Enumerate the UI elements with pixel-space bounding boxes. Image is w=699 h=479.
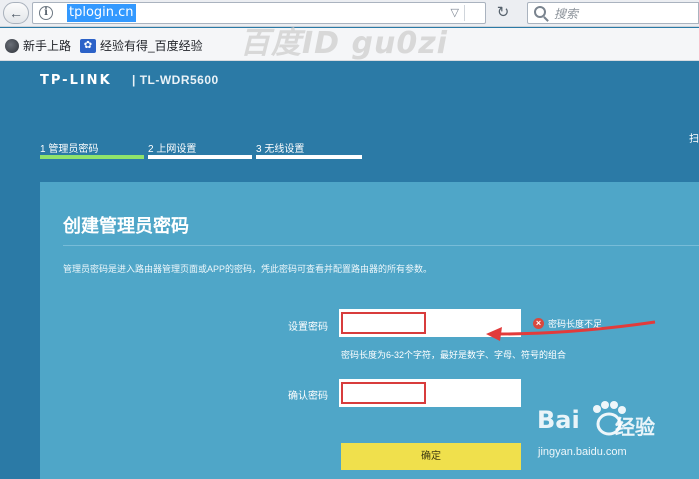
highlight-box [341, 382, 426, 404]
divider [63, 245, 699, 246]
watermark-url: jingyan.baidu.com [538, 446, 627, 458]
bookmark-label: 经验有得_百度经验 [100, 39, 203, 53]
chevron-down-icon[interactable]: ▽ [451, 6, 459, 19]
back-arrow-icon: ← [9, 5, 23, 21]
arrow-head [486, 327, 502, 341]
search-placeholder: 搜索 [554, 7, 579, 21]
confirm-password-field[interactable] [339, 379, 521, 407]
model-name: | TL-WDR5600 [132, 73, 219, 87]
paw-icon: ✿ [80, 38, 96, 53]
back-button[interactable]: ← [3, 2, 29, 24]
url-text[interactable]: tplogin.cn [67, 4, 136, 22]
edge-text: 扫 [689, 134, 699, 145]
bookmark-label: 新手上路 [23, 39, 72, 53]
bookmark-item-baidu-jingyan[interactable]: ✿ 经验有得_百度经验 [80, 37, 203, 54]
confirm-password-label: 确认密码 [288, 391, 328, 402]
annotation-arrow [486, 320, 656, 341]
baidu-logo: Bai [537, 406, 580, 434]
confirm-button[interactable]: 确定 [341, 443, 521, 470]
info-icon[interactable]: i [39, 6, 53, 20]
reload-icon[interactable]: ↻ [492, 3, 514, 23]
step-progress [148, 155, 252, 159]
password-label: 设置密码 [288, 322, 328, 333]
password-hint: 密码长度为6-32个字符，最好是数字、字母、符号的组合 [341, 350, 567, 360]
page-title: 创建管理员密码 [63, 216, 189, 237]
brand-logo: TP-LINK [40, 73, 112, 88]
step-progress [256, 155, 362, 159]
search-icon [534, 6, 546, 18]
highlight-box [341, 312, 426, 334]
user-watermark: 百度ID gu0zi [240, 26, 448, 61]
bookmark-item-newbie[interactable]: 新手上路 [5, 37, 71, 54]
arrow-line [497, 320, 656, 336]
baidu-watermark: Bai 经验 jingyan.baidu.com [537, 398, 697, 478]
step-progress-active [40, 155, 144, 159]
jingyan-text: 经验 [615, 417, 655, 439]
description-text: 管理员密码是进入路由器管理页面或APP的密码，凭此密码可查看并配置路由器的所有参… [63, 264, 433, 274]
url-divider [464, 5, 465, 21]
search-input[interactable]: 搜索 [527, 2, 699, 24]
globe-icon [5, 38, 19, 53]
